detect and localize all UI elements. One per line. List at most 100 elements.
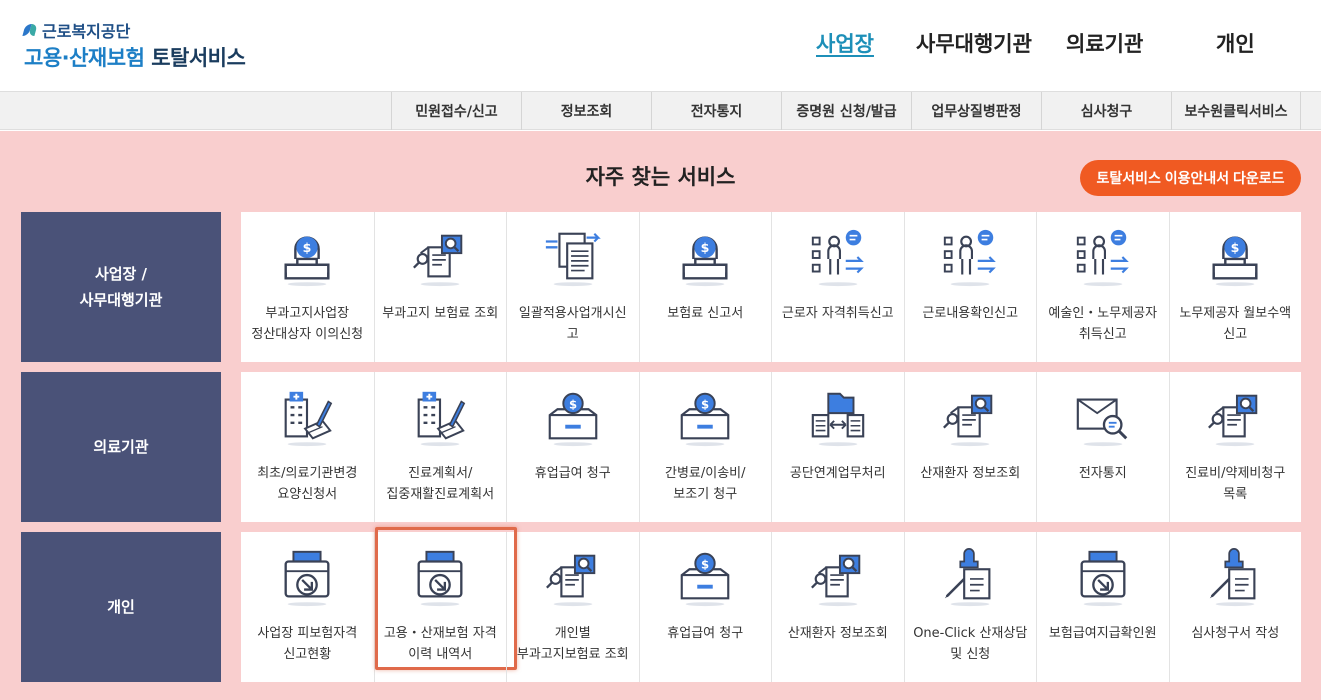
row-label-line: 사무대행기관 bbox=[79, 291, 163, 309]
menu-item-review[interactable]: 심사청구 bbox=[1041, 92, 1171, 130]
service-card-label: 사업장 피보험자격 신고현황 bbox=[257, 626, 358, 662]
service-card[interactable]: 일괄적용사업개시신고 bbox=[506, 212, 639, 362]
service-card[interactable]: 근로자 자격취득신고 bbox=[771, 212, 904, 362]
service-row-personal: 개인 사업장 피보험자격 신고현황 고용・산재보험 자격 이력 내역서 개인별 부과고… bbox=[21, 527, 1302, 682]
service-card-label: 근로자 자격취득신고 bbox=[781, 306, 894, 321]
service-card[interactable]: 공단연계업무처리 bbox=[771, 372, 904, 522]
coin-box-icon: $ bbox=[674, 386, 736, 452]
row-label-line: 의료기관 bbox=[93, 437, 149, 456]
service-card[interactable]: 산재환자 정보조회 bbox=[903, 372, 1037, 522]
service-card[interactable]: $ 간병료/이송비/보조기 청구 bbox=[638, 372, 772, 522]
service-card[interactable]: 근로내용확인신고 bbox=[903, 212, 1037, 362]
money-monitor-icon: $ bbox=[276, 226, 338, 292]
service-card-label: 진료비/약제비청구 목록 bbox=[1185, 466, 1286, 502]
menu-item-complaint[interactable]: 민원접수/신고 bbox=[391, 92, 521, 130]
service-card[interactable]: 보험급여지급확인원 bbox=[1036, 532, 1169, 682]
service-card-label: 보험료 신고서 bbox=[667, 306, 744, 321]
menu-item-certificate[interactable]: 증명원 신청/발급 bbox=[781, 92, 911, 130]
service-card-label: 보험급여지급확인원 bbox=[1048, 626, 1157, 641]
svg-text:$: $ bbox=[701, 557, 709, 571]
menu-item-info[interactable]: 정보조회 bbox=[521, 92, 651, 130]
document-transfer-icon bbox=[542, 226, 604, 292]
coin-box-icon: $ bbox=[542, 386, 604, 452]
coin-box-icon: $ bbox=[674, 546, 736, 612]
row-label-line: 개인 bbox=[107, 597, 135, 616]
service-card[interactable]: 전자통지 bbox=[1036, 372, 1169, 522]
svg-text:$: $ bbox=[1231, 240, 1240, 255]
service-card[interactable]: 산재환자 정보조회 bbox=[771, 532, 904, 682]
document-search-icon bbox=[1204, 386, 1266, 452]
money-monitor-icon: $ bbox=[674, 226, 736, 292]
service-card-label: 예술인・노무제공자 취득신고 bbox=[1048, 306, 1158, 342]
service-card-label: 심사청구서 작성 bbox=[1191, 626, 1280, 641]
document-search-icon bbox=[542, 546, 604, 612]
service-card[interactable]: 사업장 피보험자격 신고현황 bbox=[241, 532, 374, 682]
svg-text:$: $ bbox=[701, 397, 709, 411]
row-label-line: 사업장 / bbox=[94, 264, 148, 283]
service-card[interactable]: $ 휴업급여 청구 bbox=[506, 372, 639, 522]
service-card-label: 최초/의료기관변경 요양신청서 bbox=[257, 466, 358, 502]
service-card[interactable]: 부과고지 보험료 조회 bbox=[373, 212, 507, 362]
service-card[interactable]: $ 보험료 신고서 bbox=[638, 212, 772, 362]
service-card-label: 휴업급여 청구 bbox=[667, 626, 744, 641]
service-card-label: 개인별 부과고지보험료 조회 bbox=[516, 626, 629, 662]
service-row-business: 사업장 / 사무대행기관 $ 부과고지사업장 정산대상자 이의신청 부과고지 보험료 조… bbox=[21, 212, 1301, 362]
hospital-document-icon bbox=[276, 386, 338, 452]
printer-arrow-icon bbox=[1072, 546, 1134, 612]
service-card[interactable]: 진료계획서/집중재활진료계획서 bbox=[373, 372, 507, 522]
service-card-list: 최초/의료기관변경 요양신청서 진료계획서/집중재활진료계획서 $ 휴업급여 청구 $ 간… bbox=[241, 372, 1301, 522]
printer-arrow-icon bbox=[409, 546, 471, 612]
service-card[interactable]: 예술인・노무제공자 취득신고 bbox=[1036, 212, 1169, 362]
service-card-label: 고용・산재보험 자격 이력 내역서 bbox=[383, 626, 497, 662]
service-card-label: One-Click 산재상담 및 신청 bbox=[913, 626, 1028, 662]
service-card-label: 간병료/이송비/보조기 청구 bbox=[664, 466, 746, 502]
row-label: 개인 bbox=[21, 532, 221, 682]
service-card-label: 산재환자 정보조회 bbox=[787, 626, 888, 641]
document-search-icon bbox=[807, 546, 869, 612]
service-card[interactable]: 심사청구서 작성 bbox=[1168, 532, 1302, 682]
menu-item-notice[interactable]: 전자통지 bbox=[651, 92, 781, 130]
service-card[interactable]: $ 부과고지사업장 정산대상자 이의신청 bbox=[241, 212, 374, 362]
stamp-document-icon bbox=[1204, 546, 1266, 612]
printer-arrow-icon bbox=[276, 546, 338, 612]
top-nav-medical[interactable]: 의료기관 bbox=[1066, 28, 1143, 58]
site-header: 근로복지공단 고용·산재보험 토탈서비스 사업장 사무대행기관 의료기관 개인 bbox=[0, 0, 1321, 91]
menu-item-disease[interactable]: 업무상질병판정 bbox=[911, 92, 1041, 130]
top-nav-personal[interactable]: 개인 bbox=[1216, 28, 1255, 58]
service-card-label: 부과고지사업장 정산대상자 이의신청 bbox=[251, 306, 364, 342]
document-search-icon bbox=[939, 386, 1001, 452]
svg-text:$: $ bbox=[701, 240, 710, 255]
frequent-services-section: 자주 찾는 서비스 토탈서비스 이용안내서 다운로드 사업장 / 사무대행기관 $ 부… bbox=[0, 131, 1321, 700]
service-card-label: 근로내용확인신고 bbox=[922, 306, 1019, 321]
service-card-label: 휴업급여 청구 bbox=[534, 466, 611, 481]
top-nav-agency[interactable]: 사무대행기관 bbox=[916, 28, 1032, 58]
service-card[interactable]: $ 노무제공자 월보수액 신고 bbox=[1168, 212, 1302, 362]
folder-exchange-icon bbox=[807, 386, 869, 452]
svg-text:$: $ bbox=[569, 397, 577, 411]
money-monitor-icon: $ bbox=[1204, 226, 1266, 292]
service-card-list: 사업장 피보험자격 신고현황 고용・산재보험 자격 이력 내역서 개인별 부과고지보… bbox=[241, 527, 1302, 682]
service-card-label: 전자통지 bbox=[1078, 466, 1127, 481]
stamp-document-icon bbox=[939, 546, 1001, 612]
service-card-list: $ 부과고지사업장 정산대상자 이의신청 부과고지 보험료 조회 일괄적용사업개시신고… bbox=[241, 212, 1301, 362]
person-list-icon bbox=[1072, 226, 1134, 292]
hospital-document-icon bbox=[409, 386, 471, 452]
guide-download-button[interactable]: 토탈서비스 이용안내서 다운로드 bbox=[1080, 160, 1301, 196]
service-card[interactable]: 진료비/약제비청구 목록 bbox=[1168, 372, 1302, 522]
top-nav-business[interactable]: 사업장 bbox=[816, 28, 874, 58]
service-card[interactable]: 개인별 부과고지보험료 조회 bbox=[506, 532, 639, 682]
service-card-highlighted[interactable]: 고용・산재보험 자격 이력 내역서 bbox=[373, 527, 516, 682]
service-card[interactable]: 최초/의료기관변경 요양신청서 bbox=[241, 372, 374, 522]
service-row-medical: 의료기관 최초/의료기관변경 요양신청서 진료계획서/집중재활진료계획서 $ 휴업급여 … bbox=[21, 372, 1301, 522]
menu-item-pay-click[interactable]: 보수원클릭서비스 bbox=[1171, 92, 1301, 130]
box-search-icon bbox=[1072, 386, 1134, 452]
row-label: 사업장 / 사무대행기관 bbox=[21, 212, 221, 362]
service-card[interactable]: One-Click 산재상담 및 신청 bbox=[903, 532, 1037, 682]
service-card-label: 노무제공자 월보수액 신고 bbox=[1179, 306, 1292, 342]
service-card-label: 부과고지 보험료 조회 bbox=[382, 306, 499, 321]
service-card-label: 진료계획서/집중재활진료계획서 bbox=[386, 466, 495, 502]
person-list-icon bbox=[807, 226, 869, 292]
person-list-icon bbox=[939, 226, 1001, 292]
service-card-label: 공단연계업무처리 bbox=[789, 466, 886, 481]
service-card[interactable]: $ 휴업급여 청구 bbox=[638, 532, 772, 682]
